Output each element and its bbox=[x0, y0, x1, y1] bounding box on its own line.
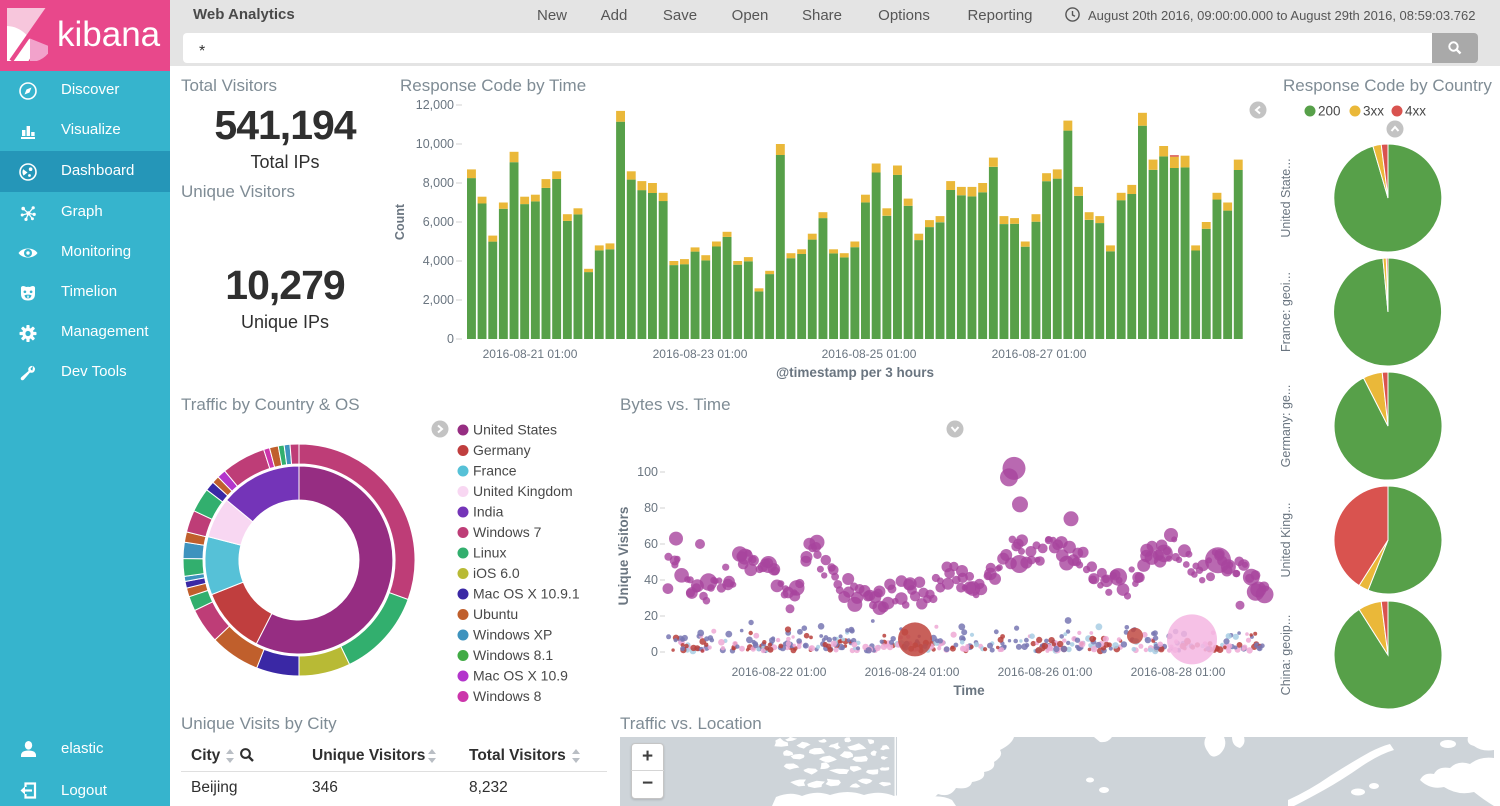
svg-text:8,000: 8,000 bbox=[423, 176, 454, 190]
svg-text:40: 40 bbox=[644, 573, 658, 587]
svg-text:2016-08-25 01:00: 2016-08-25 01:00 bbox=[822, 347, 917, 361]
svg-text:Count: Count bbox=[393, 203, 407, 240]
svg-text:2,000: 2,000 bbox=[423, 293, 454, 307]
svg-text:Windows XP: Windows XP bbox=[473, 627, 552, 643]
svg-text:4,000: 4,000 bbox=[423, 254, 454, 268]
svg-text:2016-08-21 01:00: 2016-08-21 01:00 bbox=[483, 347, 578, 361]
svg-text:2016-08-27 01:00: 2016-08-27 01:00 bbox=[992, 347, 1087, 361]
svg-text:20: 20 bbox=[644, 609, 658, 623]
svg-text:Windows 8: Windows 8 bbox=[473, 688, 542, 704]
svg-text:Time: Time bbox=[953, 683, 985, 698]
svg-text:iOS 6.0: iOS 6.0 bbox=[473, 565, 520, 581]
svg-text:Linux: Linux bbox=[473, 545, 506, 561]
svg-text:0: 0 bbox=[651, 645, 658, 659]
svg-text:Unique Visitors: Unique Visitors bbox=[616, 507, 631, 606]
svg-text:Ubuntu: Ubuntu bbox=[473, 606, 518, 622]
svg-text:@timestamp per 3 hours: @timestamp per 3 hours bbox=[776, 365, 934, 380]
svg-text:Windows 7: Windows 7 bbox=[473, 524, 542, 540]
svg-text:100: 100 bbox=[637, 465, 658, 479]
svg-text:Germany: Germany bbox=[473, 442, 531, 458]
svg-text:India: India bbox=[473, 504, 504, 520]
svg-text:France: France bbox=[473, 463, 517, 479]
svg-text:10,000: 10,000 bbox=[416, 137, 454, 151]
svg-text:6,000: 6,000 bbox=[423, 215, 454, 229]
svg-text:80: 80 bbox=[644, 501, 658, 515]
svg-text:China: geoip...: China: geoip... bbox=[1279, 615, 1293, 696]
svg-text:2016-08-26 01:00: 2016-08-26 01:00 bbox=[998, 665, 1093, 679]
svg-text:United States: United States bbox=[473, 422, 557, 438]
svg-text:12,000: 12,000 bbox=[416, 98, 454, 112]
svg-text:2016-08-23 01:00: 2016-08-23 01:00 bbox=[653, 347, 748, 361]
svg-text:United State...: United State... bbox=[1279, 158, 1293, 237]
svg-text:60: 60 bbox=[644, 537, 658, 551]
svg-text:Mac OS X 10.9.1: Mac OS X 10.9.1 bbox=[473, 586, 580, 602]
svg-text:France: geoi...: France: geoi... bbox=[1279, 272, 1293, 352]
svg-text:2016-08-24 01:00: 2016-08-24 01:00 bbox=[865, 665, 960, 679]
svg-text:Windows 8.1: Windows 8.1 bbox=[473, 647, 553, 663]
svg-text:Mac OS X 10.9: Mac OS X 10.9 bbox=[473, 668, 568, 684]
svg-text:United King...: United King... bbox=[1279, 502, 1293, 577]
svg-text:United Kingdom: United Kingdom bbox=[473, 483, 573, 499]
svg-text:0: 0 bbox=[447, 332, 454, 346]
svg-text:2016-08-22 01:00: 2016-08-22 01:00 bbox=[732, 665, 827, 679]
svg-text:2016-08-28 01:00: 2016-08-28 01:00 bbox=[1131, 665, 1226, 679]
svg-text:Germany: ge...: Germany: ge... bbox=[1279, 385, 1293, 468]
